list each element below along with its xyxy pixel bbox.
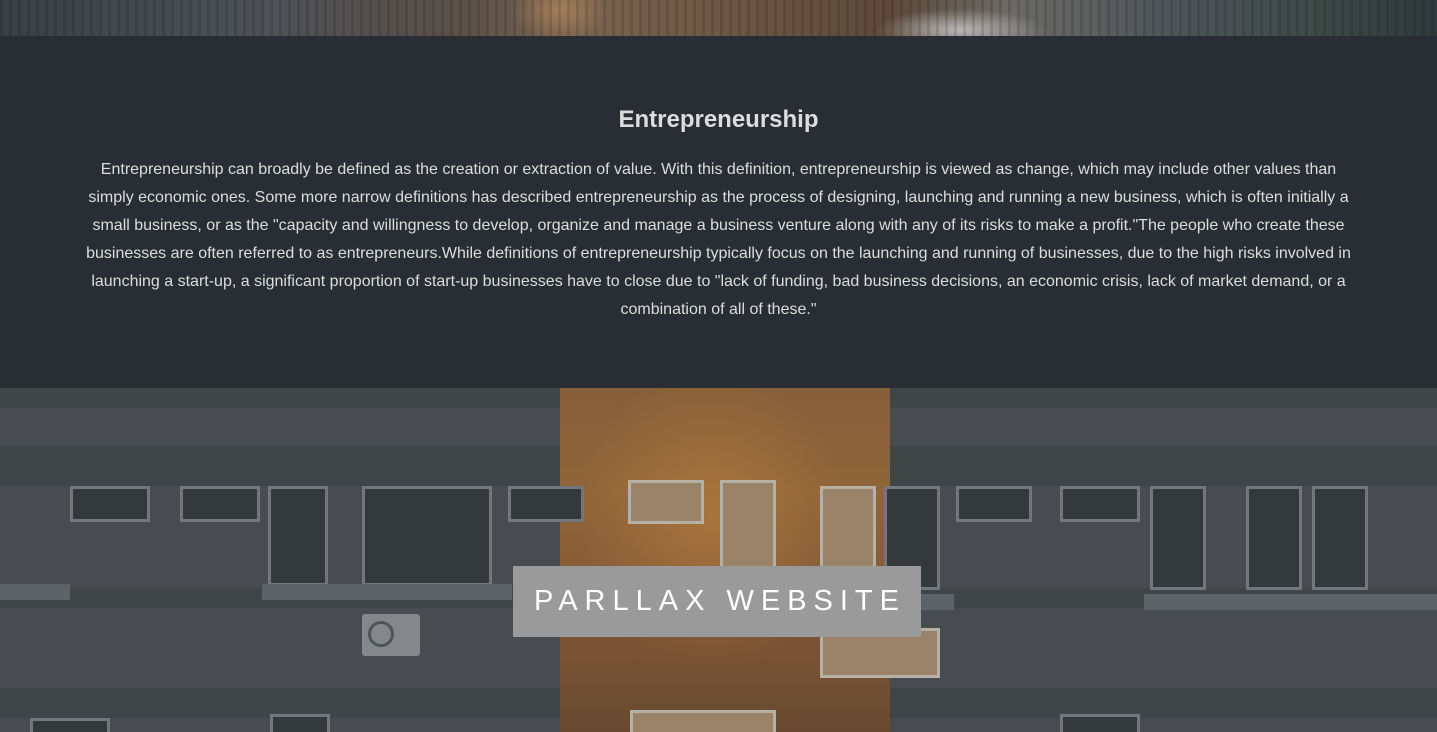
parallax-image-bottom: PARLLAX WEBSITE (0, 388, 1437, 732)
parallax-image-top (0, 0, 1437, 36)
section-title: Entrepreneurship (618, 106, 819, 133)
hero-title-label: PARLLAX WEBSITE (513, 566, 921, 637)
page: Entrepreneurship Entrepreneurship can br… (0, 0, 1437, 732)
section-body: Entrepreneurship can broadly be defined … (86, 161, 1351, 318)
building-facade-image (0, 388, 1437, 732)
content-section: Entrepreneurship Entrepreneurship can br… (0, 36, 1437, 388)
